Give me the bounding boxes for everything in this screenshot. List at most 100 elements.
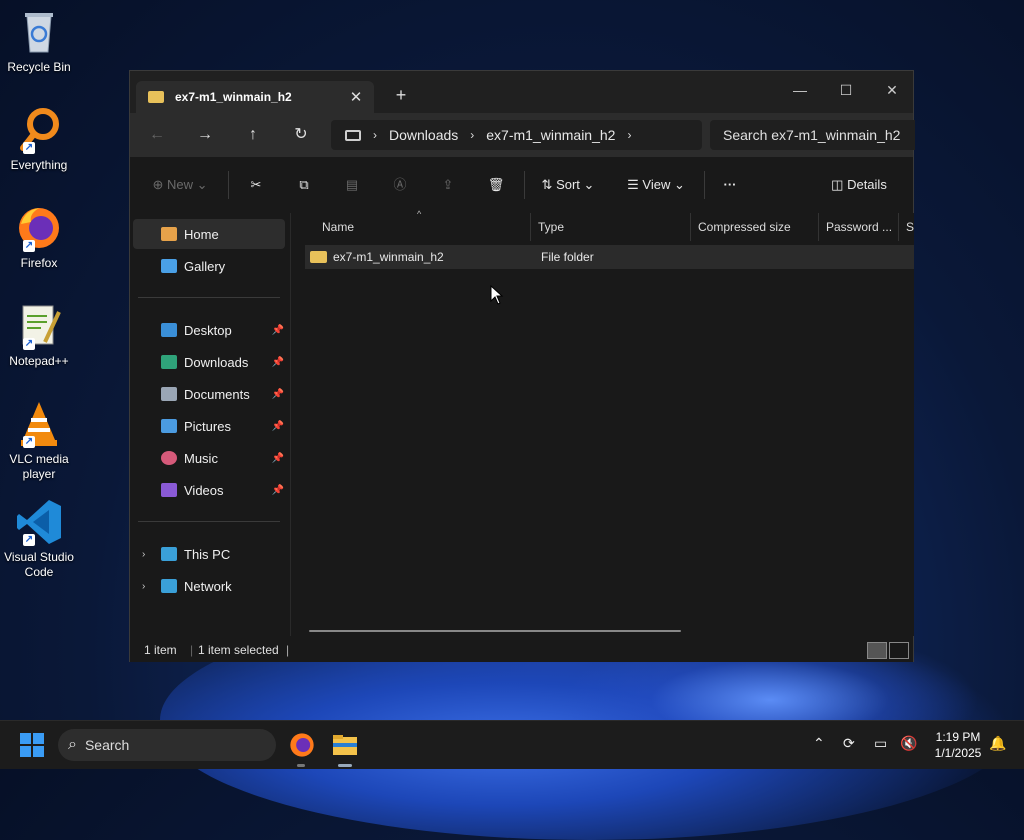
more-options-button[interactable]: ··· (716, 173, 744, 197)
sidebar-item-label: Home (184, 226, 219, 242)
sidebar-item-label: Downloads (184, 354, 249, 370)
sidebar-item-network[interactable]: › Network (130, 571, 290, 601)
view-button[interactable]: ☰ View ⌄ (622, 173, 690, 197)
home-icon (161, 227, 177, 241)
rename-icon[interactable]: Ⓐ (388, 173, 412, 197)
clock-time: 1:19 PM (935, 730, 981, 744)
delete-icon[interactable]: 🗑 (484, 173, 508, 197)
refresh-button[interactable]: ↻ (287, 123, 315, 147)
up-button[interactable]: ↑ (239, 123, 267, 147)
large-icons-view-toggle-icon[interactable] (889, 642, 909, 659)
sidebar-item-home[interactable]: Home (133, 219, 285, 249)
sidebar-item-gallery[interactable]: Gallery (130, 251, 290, 281)
pin-icon[interactable]: 📌 (272, 389, 284, 400)
sidebar-item-label: Documents (184, 386, 250, 402)
sidebar-item-label: Music (184, 450, 218, 466)
chevron-up-icon[interactable]: ⌃ (813, 735, 825, 752)
desktop-icon-label: VLC media player (9, 452, 69, 481)
close-button[interactable]: ✕ (872, 77, 912, 103)
toolbar-divider (704, 171, 705, 199)
copy-icon[interactable]: ⧉ (292, 173, 316, 197)
taskbar-file-explorer[interactable] (331, 731, 359, 759)
maximize-button[interactable]: ☐ (826, 77, 866, 103)
desktop-icon-label: Firefox (20, 256, 58, 270)
address-bar[interactable]: › Downloads › ex7-m1_winmain_h2 › (331, 120, 702, 150)
sidebar-item-music[interactable]: Music 📌 (130, 443, 290, 473)
column-header-compressed-size[interactable]: Compressed size (691, 213, 819, 241)
desktop-icon-firefox[interactable]: ↗ Firefox (4, 204, 74, 271)
new-button[interactable]: ⊕ New ⌄ (148, 173, 212, 197)
desktop-icon-recycle-bin[interactable]: Recycle Bin (4, 8, 74, 75)
sidebar-item-pictures[interactable]: Pictures 📌 (130, 411, 290, 441)
network-icon (161, 579, 177, 593)
details-button-label: Details (847, 177, 887, 192)
title-bar: ex7-m1_winmain_h2 ✕ + — ☐ ✕ (130, 71, 913, 113)
shortcut-arrow-icon: ↗ (23, 142, 35, 154)
chevron-right-icon[interactable]: › (373, 128, 377, 142)
cut-icon[interactable]: ✂ (244, 173, 268, 197)
table-row[interactable]: ex7-m1_winmain_h2 File folder (305, 245, 914, 269)
desktop-icon-vscode[interactable]: ↗ Visual Studio Code (4, 498, 74, 580)
desktop-icon-everything[interactable]: ↗ Everything (4, 106, 74, 173)
pin-icon[interactable]: 📌 (272, 357, 284, 368)
pin-icon[interactable]: 📌 (272, 421, 284, 432)
chevron-right-icon[interactable]: › (627, 128, 631, 142)
tab-close-icon[interactable]: ✕ (346, 88, 366, 106)
computer-icon (161, 547, 177, 561)
breadcrumb-downloads[interactable]: Downloads (389, 127, 458, 143)
file-list: ^ Name Type Compressed size Password ...… (291, 209, 914, 636)
command-bar: ⊕ New ⌄ ✂ ⧉ ▤ Ⓐ ⇪ 🗑 ⇅ Sort ⌄ ☰ View ⌄ ··… (130, 157, 913, 214)
horizontal-scrollbar[interactable] (309, 630, 681, 632)
taskbar: ⌕ Search ⌃ ⟳ ▭ 🔇 1:19 PM 1/1/2025 🔔 (0, 720, 1024, 769)
shortcut-arrow-icon: ↗ (23, 436, 35, 448)
taskbar-search[interactable]: ⌕ Search (58, 729, 276, 761)
new-tab-button[interactable]: + (390, 85, 412, 106)
network-status-icon[interactable]: ▭ (874, 735, 887, 752)
forward-button[interactable]: → (191, 123, 219, 147)
folder-icon (310, 251, 327, 263)
desktop-icon-vlc[interactable]: ↗ VLC media player (4, 400, 74, 482)
sidebar-item-desktop[interactable]: Desktop 📌 (130, 315, 290, 345)
breadcrumb-current-folder[interactable]: ex7-m1_winmain_h2 (486, 127, 615, 143)
desktop-icon-notepadpp[interactable]: ↗ Notepad++ (4, 302, 74, 369)
view-button-label: View (642, 177, 671, 192)
toolbar-divider (228, 171, 229, 199)
search-input[interactable]: Search ex7-m1_winmain_h2 (710, 120, 915, 150)
column-header-password[interactable]: Password ... (819, 213, 899, 241)
share-icon[interactable]: ⇪ (436, 173, 460, 197)
volume-muted-icon[interactable]: 🔇 (900, 735, 917, 752)
column-header-size[interactable]: Si (899, 213, 914, 241)
column-header-type[interactable]: Type (531, 213, 691, 241)
vscode-icon: ↗ (15, 498, 63, 546)
taskbar-firefox[interactable] (288, 731, 316, 759)
clock[interactable]: 1:19 PM 1/1/2025 (928, 729, 988, 761)
sidebar-item-label: Gallery (184, 258, 226, 274)
pin-icon[interactable]: 📌 (272, 453, 284, 464)
column-header-name[interactable]: Name (315, 213, 531, 241)
sidebar-item-documents[interactable]: Documents 📌 (130, 379, 290, 409)
paste-icon[interactable]: ▤ (340, 173, 364, 197)
notification-bell-icon[interactable]: 🔔 (989, 735, 1006, 752)
sort-icon: ⇅ (541, 177, 553, 192)
sort-button-label: Sort (556, 177, 580, 192)
firefox-icon (290, 733, 314, 757)
start-button[interactable] (20, 733, 44, 757)
chevron-right-icon[interactable]: › (142, 549, 145, 560)
chevron-right-icon[interactable]: › (142, 581, 145, 592)
chevron-right-icon[interactable]: › (470, 128, 474, 142)
minimize-button[interactable]: — (780, 77, 820, 103)
details-view-toggle-icon[interactable] (867, 642, 887, 659)
sidebar-item-this-pc[interactable]: › This PC (130, 539, 290, 569)
sidebar-item-downloads[interactable]: Downloads 📌 (130, 347, 290, 377)
sync-icon[interactable]: ⟳ (843, 735, 855, 752)
sidebar-item-videos[interactable]: Videos 📌 (130, 475, 290, 505)
windows-logo-tile (33, 733, 44, 744)
tab-ex7-m1-winmain-h2[interactable]: ex7-m1_winmain_h2 ✕ (136, 81, 374, 113)
sort-button[interactable]: ⇅ Sort ⌄ (536, 173, 600, 197)
back-button[interactable]: ← (143, 123, 171, 147)
details-pane-button[interactable]: ◫ Details (826, 173, 892, 197)
pin-icon[interactable]: 📌 (272, 325, 284, 336)
sidebar-item-label: Desktop (184, 322, 232, 338)
pin-icon[interactable]: 📌 (272, 485, 284, 496)
desktop-icon-label: Visual Studio Code (4, 550, 74, 579)
